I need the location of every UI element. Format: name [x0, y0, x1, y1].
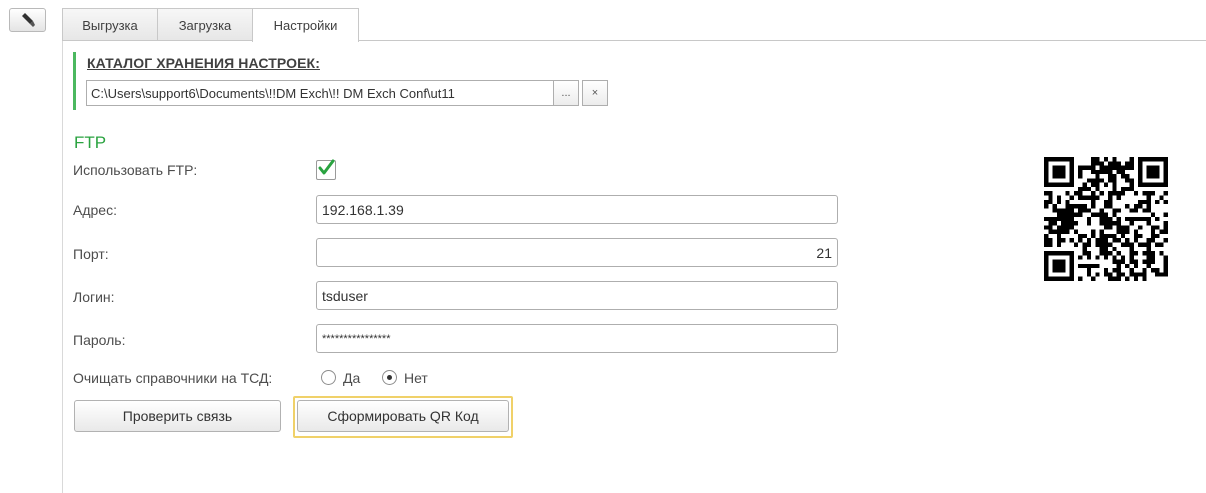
checkmark-icon — [318, 159, 335, 175]
tab-unload[interactable]: Выгрузка — [62, 8, 158, 41]
generate-qr-label: Сформировать QR Код — [327, 408, 479, 424]
port-field[interactable] — [316, 238, 838, 267]
radio-no-label: Нет — [404, 370, 428, 386]
section-marker — [73, 52, 76, 110]
tool-button[interactable] — [9, 8, 46, 32]
use-ftp-label: Использовать FTP: — [73, 162, 198, 178]
port-label: Порт: — [73, 246, 109, 262]
password-label: Пароль: — [73, 332, 126, 348]
left-divider — [62, 40, 63, 493]
tab-settings[interactable]: Настройки — [252, 8, 359, 42]
tab-label: Загрузка — [178, 17, 232, 33]
login-label: Логин: — [73, 289, 115, 305]
browse-button[interactable]: ... — [553, 80, 579, 106]
radio-selected-dot — [387, 375, 392, 380]
check-connection-label: Проверить связь — [122, 408, 233, 424]
address-field[interactable] — [316, 195, 838, 224]
tab-label: Настройки — [273, 18, 338, 33]
tabs-underline — [62, 40, 1206, 41]
login-field[interactable] — [316, 281, 838, 310]
radio-yes-label: Да — [343, 370, 361, 386]
catalog-path-input[interactable] — [86, 80, 553, 106]
check-connection-button[interactable]: Проверить связь — [74, 400, 281, 432]
password-field[interactable] — [316, 324, 838, 353]
catalog-title: КАТАЛОГ ХРАНЕНИЯ НАСТРОЕК: — [87, 55, 320, 71]
radio-no[interactable] — [382, 370, 397, 385]
tab-load[interactable]: Загрузка — [157, 8, 253, 41]
qr-code-icon — [1044, 157, 1168, 281]
close-icon: × — [591, 87, 599, 99]
address-label: Адрес: — [73, 202, 117, 218]
tab-label: Выгрузка — [82, 17, 138, 33]
generate-qr-button[interactable]: Сформировать QR Код — [297, 400, 509, 432]
brush-icon — [21, 13, 35, 27]
browse-label: ... — [561, 87, 571, 99]
use-ftp-checkbox[interactable] — [316, 159, 336, 180]
ftp-section-title: FTP — [74, 133, 107, 152]
radio-yes[interactable] — [321, 370, 336, 385]
clear-refs-label: Очищать справочники на ТСД: — [73, 370, 273, 386]
clear-button[interactable]: × — [582, 80, 608, 106]
